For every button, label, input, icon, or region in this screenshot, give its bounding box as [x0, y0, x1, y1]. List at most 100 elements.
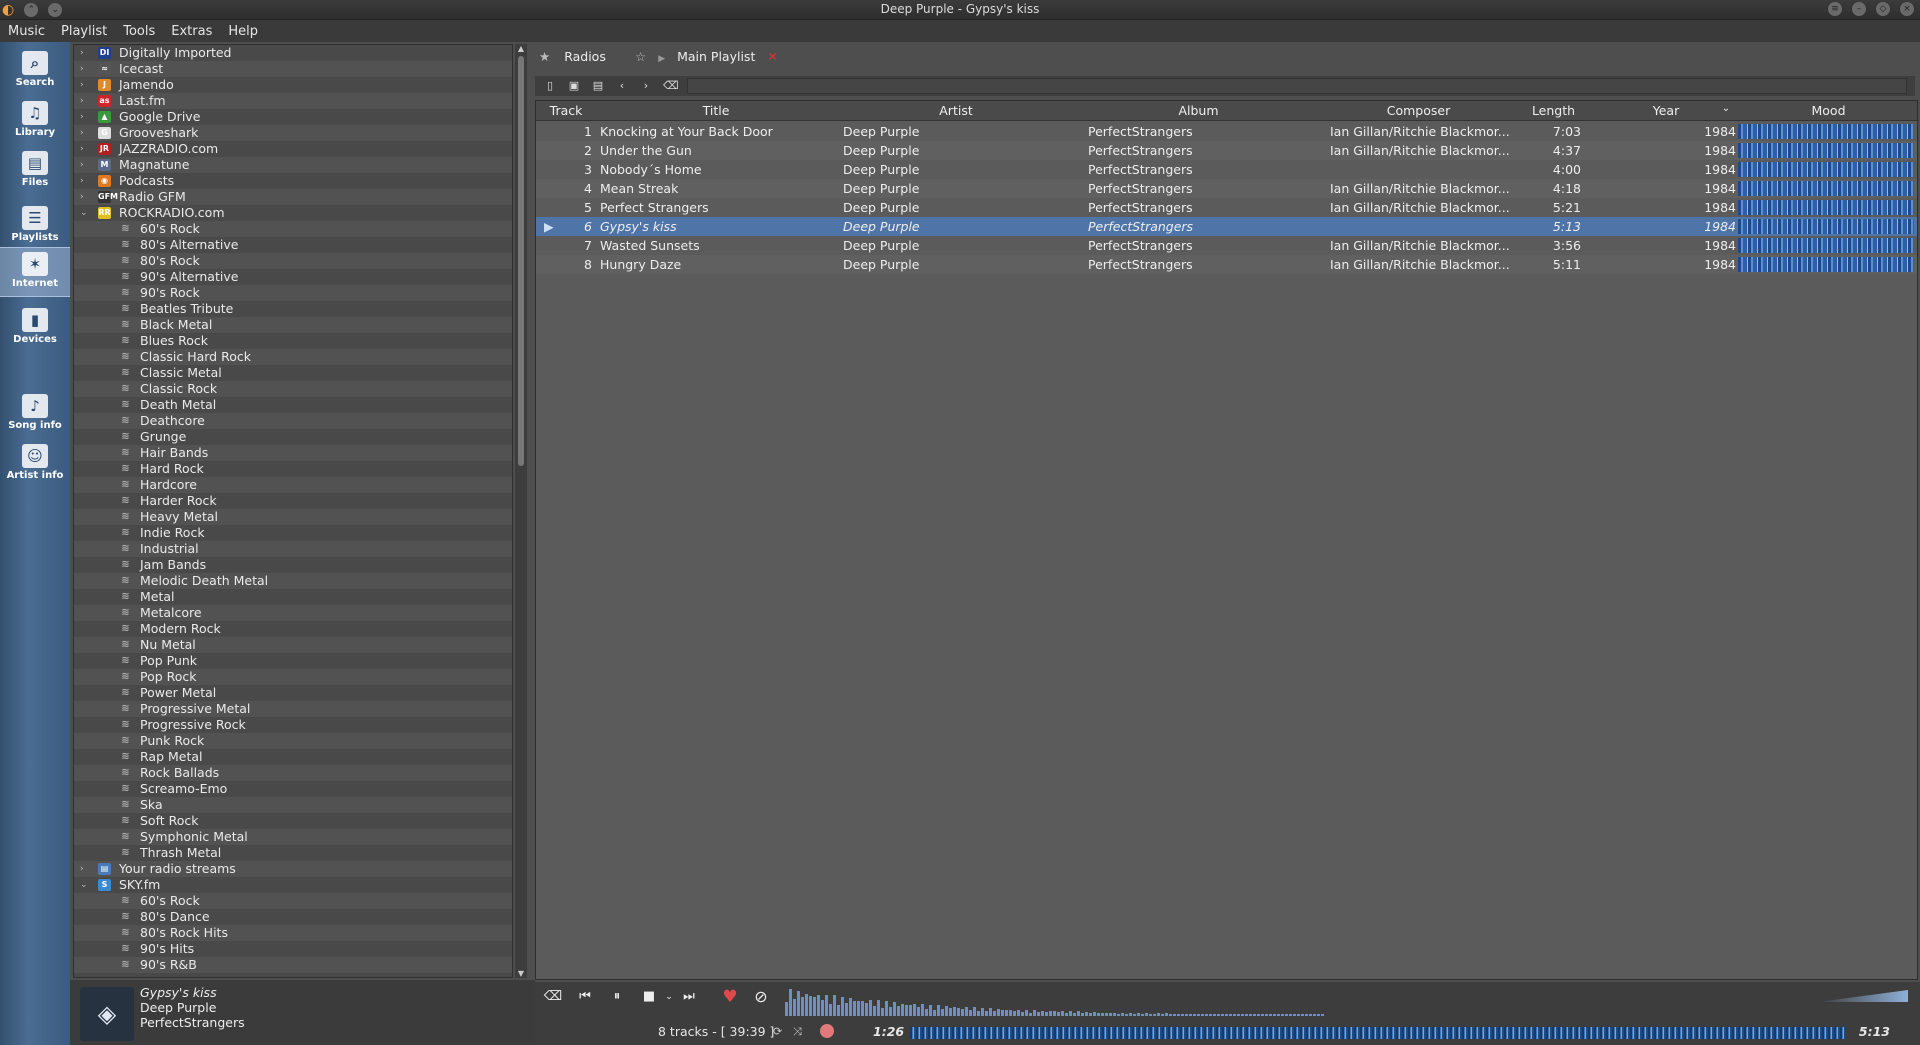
column-header-composer[interactable]: Composer: [1321, 103, 1516, 118]
tree-item-service[interactable]: › JR JAZZRADIO.com: [74, 141, 512, 157]
tree-item-station[interactable]: ≋ Modern Rock: [74, 621, 512, 637]
tree-item-station[interactable]: ≋ Soft Rock: [74, 813, 512, 829]
sidebar-item-song-info[interactable]: ♪ Song info: [0, 390, 70, 440]
column-header-artist[interactable]: Artist: [836, 103, 1076, 118]
load-playlist-icon[interactable]: ▣: [567, 79, 581, 93]
tree-item-service[interactable]: › G Grooveshark: [74, 125, 512, 141]
tree-item-station[interactable]: ≋ 60's Rock: [74, 221, 512, 237]
chevron-right-icon[interactable]: ›: [80, 861, 90, 877]
tree-item-service[interactable]: › ▤ Your radio streams: [74, 861, 512, 877]
tree-item-station[interactable]: ≋ Screamo-Emo: [74, 781, 512, 797]
tree-item-station[interactable]: ≋ Death Metal: [74, 397, 512, 413]
tree-item-station[interactable]: ≋ Hair Bands: [74, 445, 512, 461]
table-row[interactable]: 1 Knocking at Your Back Door Deep Purple Pe…: [536, 122, 1917, 141]
tree-item-service[interactable]: › GFM Radio GFM: [74, 189, 512, 205]
previous-track-button[interactable]: ⏮: [575, 987, 595, 1007]
minimize-icon[interactable]: –: [1852, 2, 1866, 16]
clear-filter-icon[interactable]: ⌫: [663, 79, 679, 93]
tree-item-station[interactable]: ≋ 90's Hits: [74, 941, 512, 957]
column-header-length[interactable]: Length: [1516, 103, 1591, 118]
pause-button[interactable]: ⏸: [607, 987, 627, 1007]
table-row[interactable]: ▶ 6 Gypsy's kiss Deep Purple PerfectStranger…: [536, 217, 1917, 236]
sidebar-item-search[interactable]: ⌕ Search: [0, 47, 70, 97]
clear-playlist-icon[interactable]: ⌫: [543, 987, 563, 1007]
sidebar-item-devices[interactable]: ▮ Devices: [0, 304, 70, 354]
tree-item-station[interactable]: ≋ 60's Rock: [74, 893, 512, 909]
table-row[interactable]: 4 Mean Streak Deep Purple PerfectStrangers I…: [536, 179, 1917, 198]
ban-icon[interactable]: ⊘: [751, 987, 771, 1007]
chevron-right-icon[interactable]: ›: [80, 125, 90, 141]
new-playlist-icon[interactable]: ▯: [543, 79, 557, 93]
tree-scrollbar[interactable]: ▲ ▼: [515, 44, 527, 978]
tree-item-station[interactable]: ≋ Classic Hard Rock: [74, 349, 512, 365]
column-header-title[interactable]: Title: [596, 103, 836, 118]
menu-playlist[interactable]: Playlist: [61, 24, 107, 39]
tree-item-station[interactable]: ≋ Pop Punk: [74, 653, 512, 669]
love-heart-icon[interactable]: ♥: [720, 987, 740, 1007]
tree-item-station[interactable]: ≋ Metal: [74, 589, 512, 605]
tree-item-service[interactable]: ⌄ S SKY.fm: [74, 877, 512, 893]
chevron-right-icon[interactable]: ›: [80, 93, 90, 109]
tree-item-station[interactable]: ≋ Classic Rock: [74, 381, 512, 397]
chevron-right-icon[interactable]: ›: [80, 109, 90, 125]
tree-item-station[interactable]: ≋ 90's Alternative: [74, 269, 512, 285]
menu-tools[interactable]: Tools: [123, 24, 155, 39]
undo-icon[interactable]: ‹: [615, 79, 629, 93]
table-row[interactable]: 2 Under the Gun Deep Purple PerfectStranger…: [536, 141, 1917, 160]
tree-item-service[interactable]: ⌄ RR ROCKRADIO.com: [74, 205, 512, 221]
sidebar-item-internet[interactable]: ✶ Internet: [0, 247, 70, 297]
scroll-up-icon[interactable]: ▲: [516, 44, 526, 53]
menu-help[interactable]: Help: [228, 24, 258, 39]
tree-item-station[interactable]: ≋ Harder Rock: [74, 493, 512, 509]
tree-item-service[interactable]: › as Last.fm: [74, 93, 512, 109]
playlist-filter-input[interactable]: [687, 78, 1907, 94]
tree-item-service[interactable]: › J Jamendo: [74, 77, 512, 93]
table-row[interactable]: 8 Hungry Daze Deep Purple PerfectStrangers I…: [536, 255, 1917, 274]
tree-item-station[interactable]: ≋ Heavy Metal: [74, 509, 512, 525]
tree-item-station[interactable]: ≋ Jam Bands: [74, 557, 512, 573]
repeat-icon[interactable]: ⟳: [773, 1025, 782, 1038]
tree-item-station[interactable]: ≋ Metalcore: [74, 605, 512, 621]
column-header-track[interactable]: Track: [536, 103, 596, 118]
tab-radios[interactable]: ★ Radios: [539, 44, 606, 70]
menu-extras[interactable]: Extras: [171, 24, 212, 39]
sidebar-item-playlists[interactable]: ☰ Playlists: [0, 202, 70, 252]
tree-item-station[interactable]: ≋ Melodic Death Metal: [74, 573, 512, 589]
seek-moodbar[interactable]: [910, 1027, 1845, 1039]
save-playlist-icon[interactable]: ▤: [591, 79, 605, 93]
tree-item-station[interactable]: ≋ Industrial: [74, 541, 512, 557]
lastfm-scrobble-icon[interactable]: [820, 1024, 834, 1038]
tree-item-service[interactable]: › DI Digitally Imported: [74, 45, 512, 61]
table-row[interactable]: 5 Perfect Strangers Deep Purple PerfectStra…: [536, 198, 1917, 217]
tree-item-service[interactable]: › M Magnatune: [74, 157, 512, 173]
next-track-button[interactable]: ⏭: [679, 987, 699, 1007]
close-icon[interactable]: ×: [1900, 2, 1914, 16]
volume-slider[interactable]: [1818, 990, 1908, 1002]
chevron-right-icon[interactable]: ›: [80, 157, 90, 173]
chevron-down-icon[interactable]: ⌄: [80, 877, 90, 893]
column-header-mood[interactable]: Mood: [1741, 103, 1916, 118]
tree-item-station[interactable]: ≋ 80's Rock: [74, 253, 512, 269]
chevron-right-icon[interactable]: ›: [80, 77, 90, 93]
chevron-right-icon[interactable]: ›: [80, 61, 90, 77]
tree-item-station[interactable]: ≋ Hardcore: [74, 477, 512, 493]
table-row[interactable]: 7 Wasted Sunsets Deep Purple PerfectStrange…: [536, 236, 1917, 255]
close-tab-icon[interactable]: ✕: [767, 49, 777, 64]
tree-item-service[interactable]: › ≈ Icecast: [74, 61, 512, 77]
tree-item-station[interactable]: ≋ Nu Metal: [74, 637, 512, 653]
tree-item-station[interactable]: ≋ Blues Rock: [74, 333, 512, 349]
menu-music[interactable]: Music: [8, 24, 45, 39]
shuffle-icon[interactable]: ⤨: [793, 1025, 802, 1039]
tree-item-station[interactable]: ≋ Indie Rock: [74, 525, 512, 541]
chevron-right-icon[interactable]: ›: [80, 45, 90, 61]
sidebar-item-library[interactable]: ♫ Library: [0, 97, 70, 147]
tree-item-service[interactable]: › ▲ Google Drive: [74, 109, 512, 125]
tree-item-station[interactable]: ≋ Power Metal: [74, 685, 512, 701]
tree-item-station[interactable]: ≋ Thrash Metal: [74, 845, 512, 861]
chevron-right-icon[interactable]: ›: [80, 189, 90, 205]
chevron-right-icon[interactable]: ›: [80, 173, 90, 189]
tree-item-station[interactable]: ≋ Pop Rock: [74, 669, 512, 685]
tree-item-station[interactable]: ≋ Hard Rock: [74, 461, 512, 477]
tree-item-station[interactable]: ≋ Progressive Metal: [74, 701, 512, 717]
tree-item-station[interactable]: ≋ Deathcore: [74, 413, 512, 429]
